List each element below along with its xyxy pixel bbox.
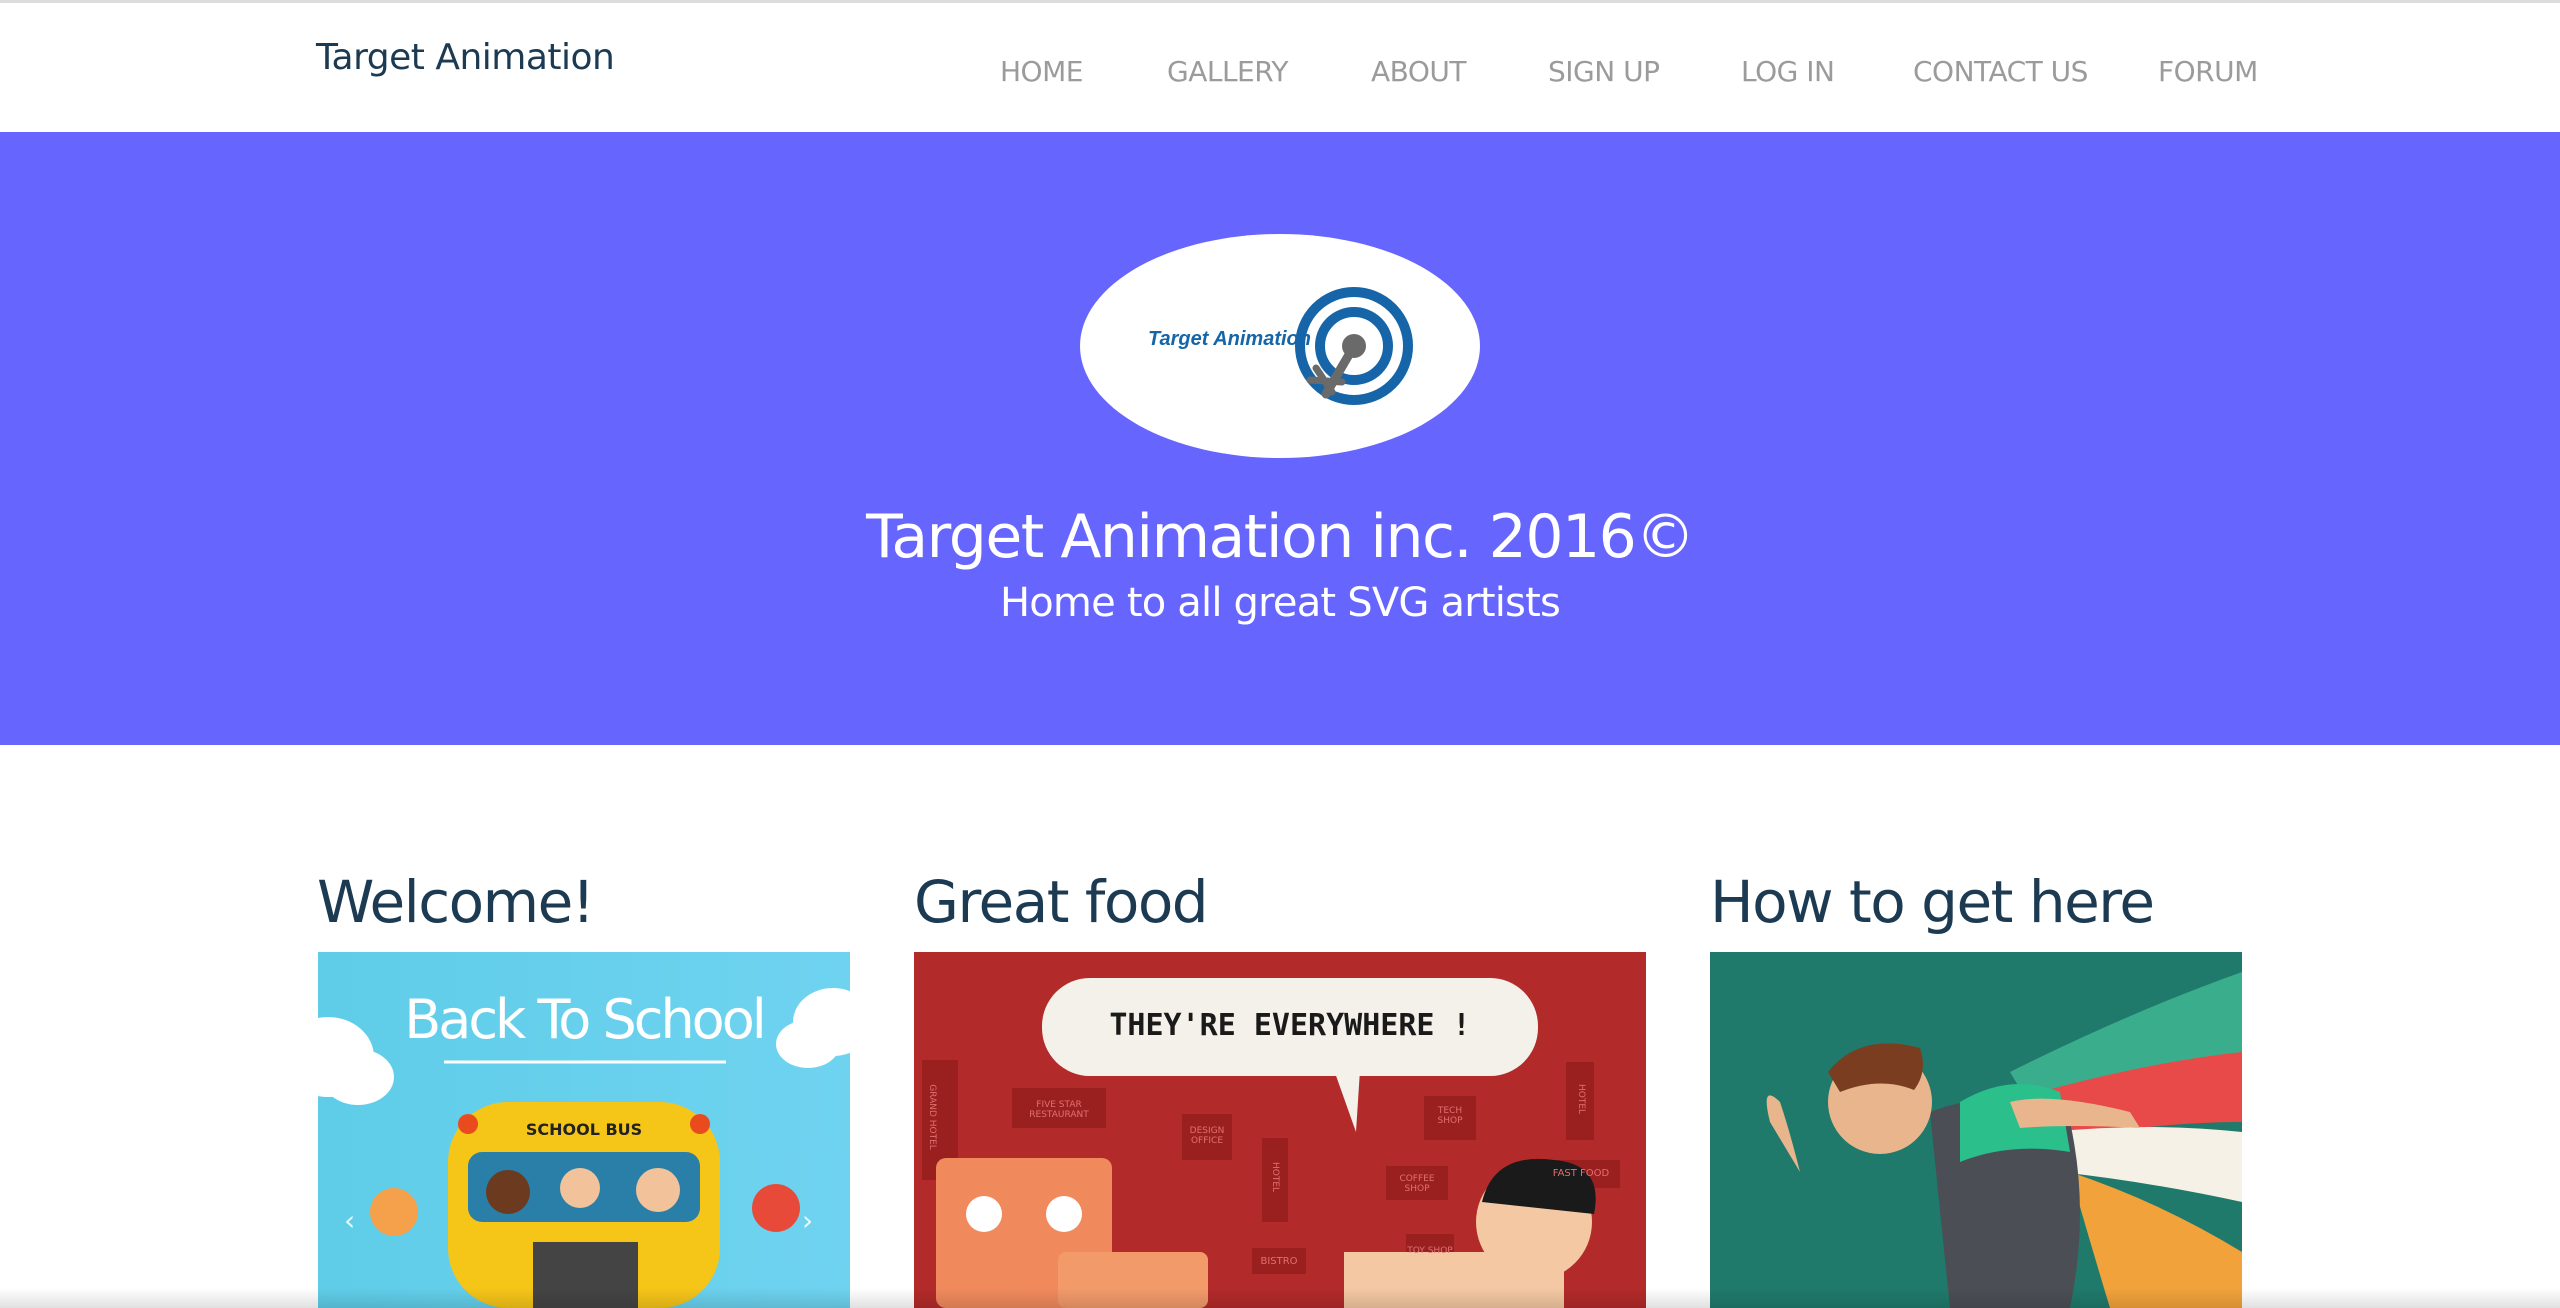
sign-coffee-shop: COFFEE SHOP <box>1399 1174 1435 1194</box>
card-title-welcome: Welcome! <box>317 868 595 936</box>
card-title-how-to-get-here: How to get here <box>1710 868 2155 936</box>
hero-logo: Target Animation <box>1080 234 1480 458</box>
speech-bubble-text: THEY'RE EVERYWHERE ! <box>1109 1008 1471 1043</box>
nav-log-in[interactable]: LOG IN <box>1741 55 1835 88</box>
sign-tech-shop: TECH SHOP <box>1437 1106 1463 1126</box>
sign-toy-shop: TOY SHOP <box>1407 1246 1453 1256</box>
card-image-back-to-school: Back To School SCHOOL BUS ‹ › <box>318 952 850 1308</box>
carousel-prev-icon[interactable]: ‹ <box>344 1204 355 1237</box>
hero-title: Target Animation inc. 2016© <box>866 502 1695 572</box>
sign-grand-hotel: GRAND HOTEL <box>927 1084 937 1150</box>
nav-gallery[interactable]: GALLERY <box>1167 55 1289 88</box>
logo-text: Target Animation <box>1148 328 1311 350</box>
nav-about[interactable]: ABOUT <box>1371 55 1467 88</box>
nav-home[interactable]: HOME <box>1000 55 1083 88</box>
sign-fast-food: FAST FOOD <box>1552 1168 1610 1179</box>
nav-sign-up[interactable]: SIGN UP <box>1548 55 1660 88</box>
nav-forum[interactable]: FORUM <box>2158 55 2258 88</box>
carousel-next-icon[interactable]: › <box>802 1204 813 1237</box>
card-banner-text: Back To School <box>404 988 767 1051</box>
hero-banner: Target Animation Target Animation inc. 2… <box>0 132 2560 745</box>
sign-hotel-1: HOTEL <box>1270 1161 1280 1193</box>
bus-label: SCHOOL BUS <box>525 1120 643 1139</box>
sign-hotel-2: HOTEL <box>1576 1083 1586 1115</box>
navbar: Target Animation HOME GALLERY ABOUT SIGN… <box>0 3 2560 132</box>
card-image-runner <box>1710 952 2242 1308</box>
card-title-great-food: Great food <box>914 868 1209 936</box>
sign-bistro: BISTRO <box>1260 1256 1298 1267</box>
sign-design-office: DESIGN OFFICE <box>1189 1126 1225 1146</box>
target-icon <box>1295 287 1413 405</box>
hero-subtitle: Home to all great SVG artists <box>999 580 1561 626</box>
brand-link[interactable]: Target Animation <box>316 37 615 78</box>
nav-contact-us[interactable]: CONTACT US <box>1913 55 2088 88</box>
card-image-great-food: THEY'RE EVERYWHERE ! FIVE STAR RESTAURAN… <box>914 952 1646 1308</box>
sign-five-star: FIVE STAR RESTAURANT <box>1029 1100 1089 1120</box>
bottom-shadow <box>0 1288 2560 1308</box>
